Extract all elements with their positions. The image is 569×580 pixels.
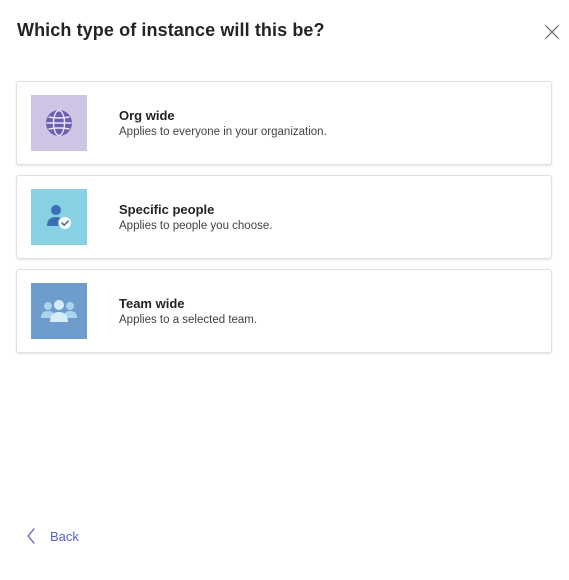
- option-description: Applies to people you choose.: [119, 219, 273, 232]
- option-team-wide[interactable]: Team wide Applies to a selected team.: [16, 269, 552, 353]
- back-label: Back: [50, 528, 79, 544]
- option-title: Team wide: [119, 295, 185, 311]
- options-list: Org wide Applies to everyone in your org…: [16, 81, 552, 353]
- people-team-icon: [41, 300, 77, 322]
- specific-people-tile: [31, 189, 87, 245]
- option-specific-people[interactable]: Specific people Applies to people you ch…: [16, 175, 552, 259]
- option-title: Specific people: [119, 201, 215, 217]
- option-description: Applies to everyone in your organization…: [119, 125, 327, 138]
- option-description: Applies to a selected team.: [119, 313, 258, 326]
- globe-icon: [46, 109, 72, 137]
- person-check-icon: [47, 205, 72, 230]
- team-wide-tile: [31, 283, 87, 339]
- option-org-wide[interactable]: Org wide Applies to everyone in your org…: [16, 81, 552, 165]
- dialog-title: Which type of instance will this be?: [17, 20, 325, 40]
- close-button[interactable]: [544, 24, 560, 40]
- instance-type-dialog: Which type of instance will this be? Org…: [0, 0, 569, 580]
- close-icon: [545, 25, 559, 39]
- chevron-left-icon: [27, 528, 35, 544]
- back-button[interactable]: Back: [26, 528, 79, 544]
- org-wide-tile: [31, 95, 87, 151]
- option-title: Org wide: [119, 107, 175, 123]
